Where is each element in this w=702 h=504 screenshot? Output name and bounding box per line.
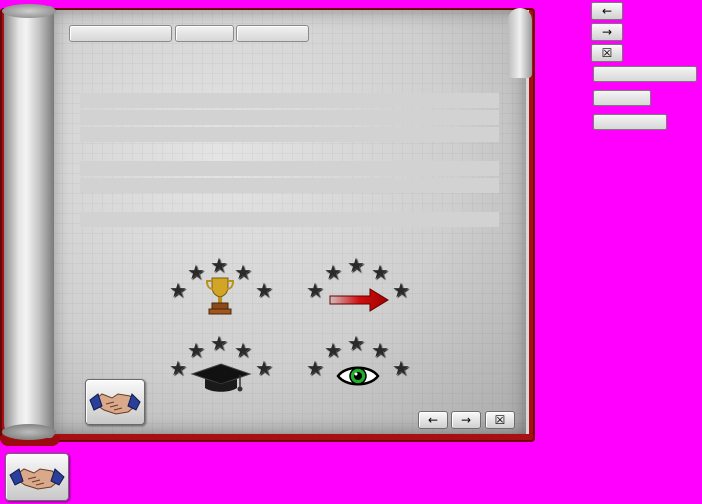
tab-2[interactable]: [175, 25, 234, 42]
star-icon: ★: [347, 253, 365, 277]
close-icon: ☒: [494, 413, 506, 427]
side-field-1[interactable]: [593, 66, 697, 82]
star-icon: ★: [324, 338, 342, 362]
star-icon: ★: [324, 260, 342, 284]
star-icon: ★: [392, 278, 410, 302]
star-icon: ★: [306, 278, 324, 302]
star-icon: ★: [392, 356, 410, 380]
star-icon: ★: [187, 338, 205, 362]
trophy-icon: [205, 277, 235, 315]
scroll-roll: [4, 6, 54, 438]
arrow-right-icon: →: [601, 25, 613, 39]
text-line-1: [80, 93, 499, 108]
star-icon: ★: [255, 356, 273, 380]
page-curl: [508, 8, 532, 78]
star-icon: ★: [234, 338, 252, 362]
star-icon: ★: [210, 253, 228, 277]
scroll-roll-bottom: [2, 424, 56, 440]
close-icon: ☒: [601, 46, 613, 60]
arrow-left-icon: ←: [601, 4, 613, 18]
star-icon: ★: [169, 278, 187, 302]
page-back-button[interactable]: ←: [418, 411, 448, 429]
scroll-roll-top: [2, 4, 56, 18]
star-icon: ★: [255, 278, 273, 302]
page-forward-button[interactable]: →: [451, 411, 481, 429]
side-field-3[interactable]: [593, 114, 667, 130]
handshake-icon: [9, 468, 65, 490]
star-icon: ★: [306, 356, 324, 380]
handshake-button[interactable]: [85, 379, 145, 425]
text-line-3: [80, 127, 499, 142]
star-icon: ★: [169, 356, 187, 380]
eye-icon: [336, 366, 380, 386]
text-line-5: [80, 178, 499, 193]
arrow-left-icon: ←: [427, 413, 439, 427]
tab-1[interactable]: [69, 25, 172, 42]
side-close-button[interactable]: ☒: [591, 44, 623, 62]
star-icon: ★: [210, 331, 228, 355]
arrow-right-icon: →: [460, 413, 472, 427]
page-close-button[interactable]: ☒: [485, 411, 515, 429]
star-icon: ★: [347, 331, 365, 355]
tab-3[interactable]: [236, 25, 309, 42]
handshake-button-large[interactable]: [5, 453, 69, 501]
side-forward-button[interactable]: →: [591, 23, 623, 41]
star-icon: ★: [234, 260, 252, 284]
star-icon: ★: [371, 338, 389, 362]
star-icon: ★: [187, 260, 205, 284]
text-line-6: [80, 212, 499, 227]
text-line-2: [80, 110, 499, 125]
side-back-button[interactable]: ←: [591, 2, 623, 20]
handshake-icon: [89, 393, 141, 415]
graduation-cap-icon: [190, 363, 252, 392]
star-icon: ★: [371, 260, 389, 284]
red-arrow-icon: [329, 288, 389, 312]
side-field-2[interactable]: [593, 90, 651, 106]
text-line-4: [80, 161, 499, 176]
